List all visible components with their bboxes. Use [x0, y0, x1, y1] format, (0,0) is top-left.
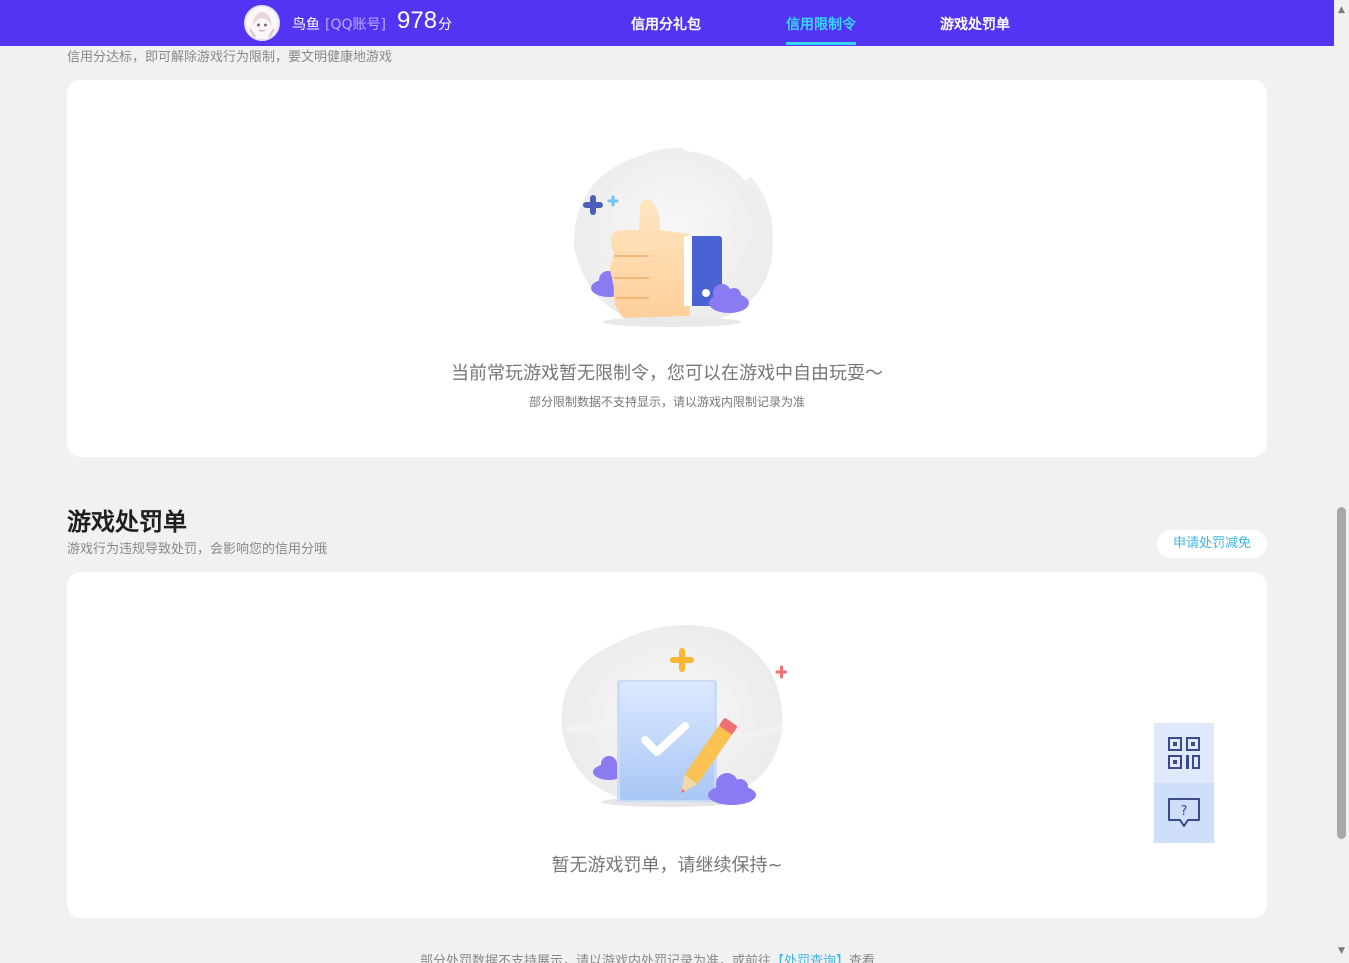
tab-credit-restriction[interactable]: 信用限制令: [786, 14, 856, 34]
user-avatar[interactable]: [244, 5, 280, 41]
penalty-subtitle: 游戏行为违规导致处罚，会影响您的信用分哦: [67, 542, 328, 557]
thumbs-up-illustration-icon: [573, 141, 773, 327]
credit-score-unit: 分: [438, 17, 452, 33]
floating-toolbar: ?: [1154, 723, 1214, 843]
scroll-up-arrow-icon[interactable]: ▲: [1334, 3, 1349, 18]
account-type-label: [QQ账号]: [325, 17, 386, 33]
page-scrollbar[interactable]: ▲ ▼: [1334, 0, 1349, 963]
checklist-pencil-illustration-icon: [561, 625, 787, 807]
avatar-image-icon: [246, 7, 278, 39]
credit-score-value: 978: [397, 7, 438, 34]
penalty-empty-title: 暂无游戏罚单，请继续保持~: [551, 855, 783, 876]
restriction-empty-note: 部分限制数据不支持显示，请以游戏内限制记录为准: [528, 395, 805, 409]
footer-note-prefix: 部分处罚数据不支持展示，请以游戏内处罚记录为准，或前往: [420, 954, 772, 963]
restriction-card: 当前常玩游戏暂无限制令，您可以在游戏中自由玩耍～ 部分限制数据不支持显示，请以游…: [67, 80, 1267, 457]
username: 鸟鱼: [292, 17, 320, 33]
help-chat-icon: ?: [1168, 798, 1200, 827]
penalty-card: 暂无游戏罚单，请继续保持~: [67, 572, 1267, 918]
svg-text:?: ?: [1181, 804, 1188, 819]
penalty-query-link[interactable]: 【处罚查询】: [771, 954, 849, 963]
penalty-section-title: 游戏处罚单: [67, 508, 187, 536]
help-feedback-button[interactable]: ?: [1154, 783, 1214, 843]
restriction-empty-title: 当前常玩游戏暂无限制令，您可以在游戏中自由玩耍～: [451, 363, 883, 384]
tab-game-penalty[interactable]: 游戏处罚单: [940, 14, 1010, 34]
scrollbar-thumb[interactable]: [1337, 507, 1346, 839]
restriction-subtitle: 信用分达标，即可解除游戏行为限制，要文明健康地游戏: [67, 50, 393, 65]
active-tab-indicator: [786, 42, 856, 45]
footer-note-suffix: 查看: [849, 954, 876, 963]
penalty-footer-note: 部分处罚数据不支持展示，请以游戏内处罚记录为准，或前往【处罚查询】查看: [420, 950, 875, 963]
qr-code-icon: [1168, 737, 1200, 769]
scroll-down-arrow-icon[interactable]: ▼: [1334, 944, 1349, 959]
top-navigation-bar: 鸟鱼 [QQ账号] 978 分 信用分礼包 信用限制令 游戏处罚单: [0, 0, 1334, 46]
qr-code-button[interactable]: [1154, 723, 1214, 783]
apply-penalty-reduction-button[interactable]: 申请处罚减免: [1157, 530, 1267, 558]
tab-credit-gift[interactable]: 信用分礼包: [631, 14, 701, 34]
